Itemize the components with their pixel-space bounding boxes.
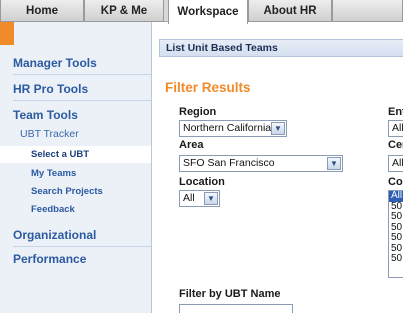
ubt-name-input[interactable] (179, 304, 293, 313)
cost-center-label: Co (388, 176, 403, 188)
sidebar-item-manager-tools[interactable]: Manager Tools (0, 56, 151, 70)
sidebar-item-select-a-ubt[interactable]: Select a UBT (0, 146, 151, 163)
region-select-value: Northern California (183, 122, 272, 134)
area-label: Area (179, 139, 204, 151)
tab-kp-and-me[interactable]: KP & Me (84, 0, 164, 22)
location-label: Location (179, 176, 225, 188)
sidebar-item-organizational[interactable]: Organizational (0, 228, 151, 242)
filter-results-title: Filter Results (165, 80, 251, 95)
center-label: Cer (388, 139, 403, 151)
sidebar-item-hr-pro-tools[interactable]: HR Pro Tools (0, 82, 151, 96)
cost-center-listbox[interactable]: All 50 50 50 50 50 50 (388, 190, 403, 278)
chevron-down-icon: ▼ (327, 157, 341, 170)
chevron-down-icon: ▼ (271, 122, 285, 135)
list-item[interactable]: All (389, 191, 403, 202)
center-select-value: All (392, 157, 403, 169)
sidebar: Manager Tools HR Pro Tools Team Tools UB… (0, 22, 152, 313)
sidebar-divider (13, 74, 151, 75)
list-item[interactable]: 50 (389, 211, 403, 223)
region-label: Region (179, 106, 217, 118)
main-panel: List Unit Based Teams Filter Results Reg… (152, 22, 403, 313)
sidebar-item-my-teams[interactable]: My Teams (0, 168, 151, 179)
entity-select-value: All (392, 122, 403, 134)
tab-about-hr[interactable]: About HR (248, 0, 332, 22)
tab-blank (332, 0, 403, 22)
sidebar-item-performance[interactable]: Performance (0, 252, 151, 266)
area-select[interactable]: SFO San Francisco ▼ (179, 155, 343, 172)
list-item[interactable]: 50 (389, 253, 403, 265)
brand-accent-block (0, 22, 14, 45)
location-select-value: All (183, 192, 195, 204)
location-select[interactable]: All ▼ (179, 190, 220, 207)
list-item[interactable]: 50 (389, 232, 403, 244)
sidebar-item-search-projects[interactable]: Search Projects (0, 186, 151, 197)
tab-home[interactable]: Home (0, 0, 84, 22)
top-nav: Home KP & Me Workspace About HR (0, 0, 403, 24)
region-select[interactable]: Northern California ▼ (179, 120, 287, 137)
sidebar-divider (13, 246, 151, 247)
sidebar-item-ubt-tracker[interactable]: UBT Tracker (0, 128, 151, 140)
area-select-value: SFO San Francisco (183, 157, 275, 169)
entity-select[interactable]: All (388, 120, 403, 137)
sidebar-item-feedback[interactable]: Feedback (0, 204, 151, 215)
sidebar-item-team-tools[interactable]: Team Tools (0, 108, 151, 122)
panel-header: List Unit Based Teams (159, 39, 403, 57)
center-select[interactable]: All (388, 155, 403, 172)
filter-by-name-label: Filter by UBT Name (179, 288, 281, 300)
entity-label: Ent (388, 106, 403, 118)
sidebar-divider (13, 100, 151, 101)
chevron-down-icon: ▼ (204, 192, 218, 205)
tab-workspace[interactable]: Workspace (168, 0, 248, 24)
